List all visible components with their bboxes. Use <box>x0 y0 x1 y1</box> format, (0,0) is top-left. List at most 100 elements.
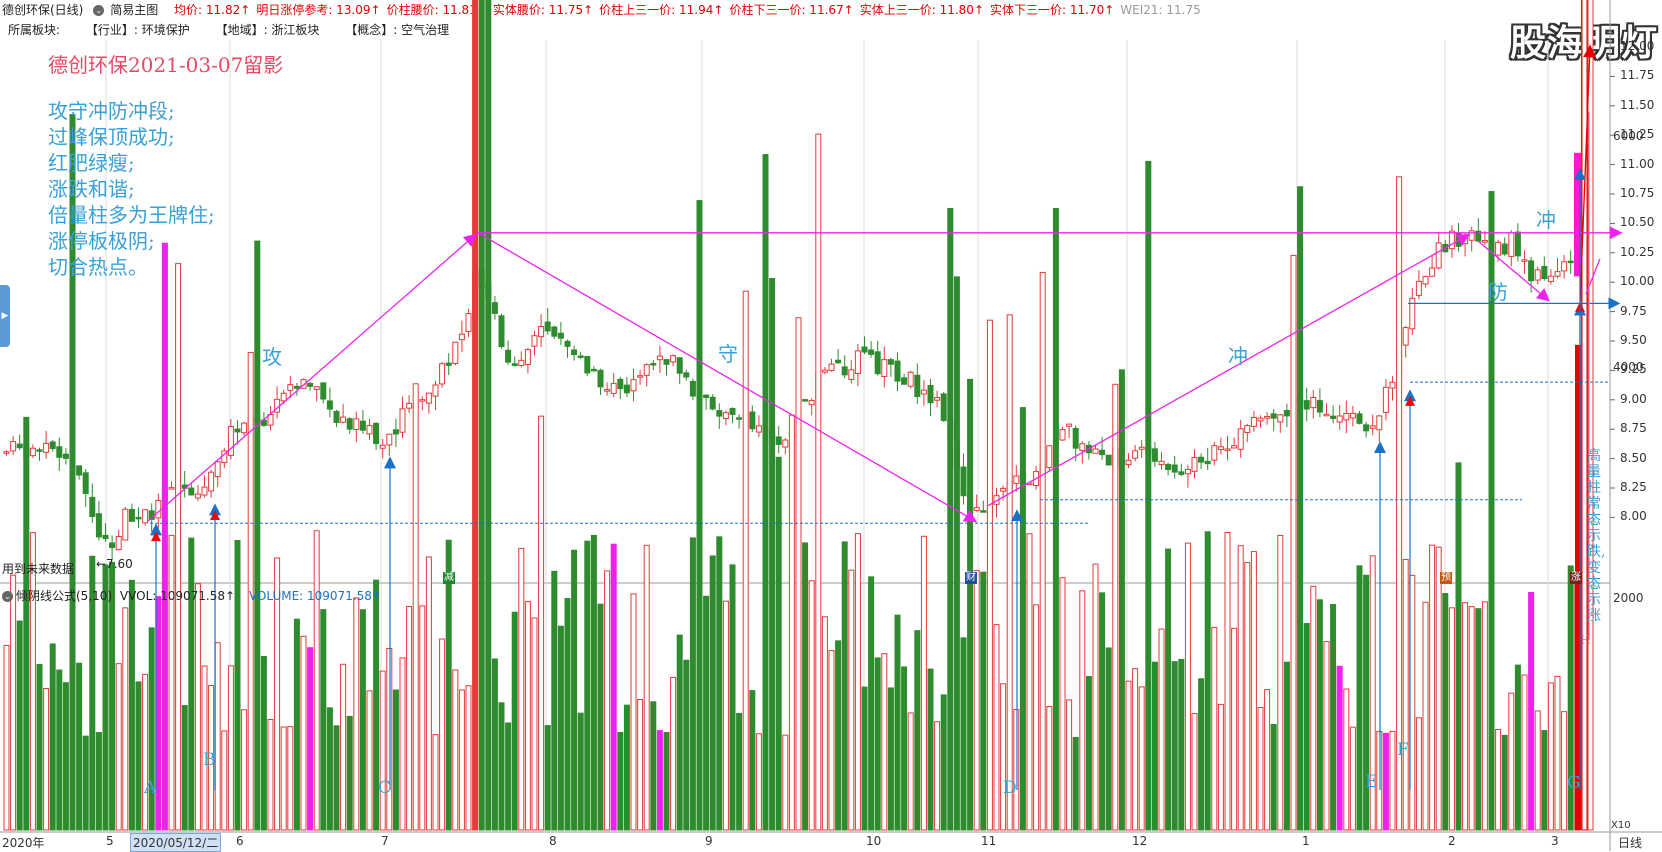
volume-bar <box>993 624 1000 831</box>
candle-body <box>584 355 591 374</box>
event-badge[interactable]: 涨 <box>1570 572 1582 584</box>
volume-header: ⌄ 倾阴线公式(5,10) VVOL: 109071.58↑ VOLUME: 10… <box>2 587 382 604</box>
volume-bar <box>95 732 102 831</box>
point-label-b: B <box>203 750 216 770</box>
price-tick-label: 9.50 <box>1620 333 1647 347</box>
volume-bar <box>1356 565 1363 831</box>
candle-body <box>755 425 762 433</box>
volume-bar <box>1336 665 1343 831</box>
volume-bar <box>1158 628 1165 831</box>
candle-body <box>1013 475 1020 484</box>
volume-bar <box>1171 661 1178 831</box>
candle-body <box>1099 449 1106 456</box>
volume-bar <box>1468 606 1475 831</box>
volume-bar <box>406 606 413 831</box>
volume-bar <box>234 540 241 831</box>
candle-body <box>1244 425 1251 433</box>
volume-bar <box>1528 592 1535 831</box>
candle-body <box>1231 445 1238 449</box>
volume-bar <box>1105 647 1112 831</box>
candle-body <box>1046 445 1053 469</box>
candle-body <box>650 363 657 366</box>
volume-bar <box>828 650 835 831</box>
volume-bar <box>887 687 894 831</box>
volume-bar <box>1422 601 1429 831</box>
volume-bar <box>505 722 512 831</box>
volume-bar <box>1462 602 1469 831</box>
candle-body <box>1059 429 1066 441</box>
volume-bar <box>1000 683 1007 831</box>
candle-body <box>1138 446 1145 450</box>
candle-body <box>287 384 294 391</box>
candle-body <box>854 350 861 375</box>
volume-bar <box>175 263 182 831</box>
date-tick-label: 2020/05/12/二 <box>130 833 222 852</box>
date-tick-label: 7 <box>381 834 389 848</box>
point-label-c: C <box>378 778 392 798</box>
candle-body <box>1079 443 1086 451</box>
volume-bar <box>604 570 611 831</box>
volume-bar <box>821 616 828 831</box>
candle-body <box>1158 460 1165 466</box>
phase-label: 冲 <box>1536 208 1556 232</box>
candle-body <box>1514 231 1521 257</box>
candle-body <box>465 313 472 332</box>
volume-bar <box>722 600 729 831</box>
candle-body <box>1521 259 1528 262</box>
volume-bar <box>551 570 558 831</box>
volume-bar <box>894 614 901 831</box>
candle-body <box>43 442 50 453</box>
volume-bar <box>1066 699 1073 831</box>
volume-bar <box>432 734 439 831</box>
candle-body <box>1343 413 1350 421</box>
candle-body <box>940 393 947 421</box>
volume-bar <box>359 609 366 831</box>
date-tick-label: 2 <box>1448 834 1456 848</box>
candle-body <box>1554 271 1561 277</box>
price-tick-label: 12.00 <box>1620 39 1655 53</box>
candle-body <box>590 368 597 372</box>
event-badge[interactable]: 预 <box>1440 572 1452 584</box>
volume-bar <box>1019 407 1026 831</box>
candle-body <box>1151 448 1158 462</box>
volume-bar <box>326 707 333 831</box>
volume-bar <box>1581 0 1588 831</box>
candle-body <box>835 359 842 364</box>
candle-body <box>214 461 221 478</box>
volume-bar <box>135 681 142 831</box>
volume-bar <box>425 556 432 831</box>
volume-bar <box>1402 558 1409 831</box>
date-tick-label: 11 <box>981 834 997 848</box>
volume-bar <box>901 666 908 831</box>
volume-bar <box>769 278 776 831</box>
candle-body <box>689 380 696 397</box>
note-line: 攻守冲防冲段; <box>48 99 175 123</box>
volume-bar <box>1501 734 1508 831</box>
volume-bar <box>1125 680 1132 831</box>
candle-body <box>333 410 340 423</box>
volume-bar <box>709 555 716 831</box>
volume-bar <box>1178 658 1185 831</box>
volume-bar <box>736 712 743 831</box>
candle-body <box>128 508 135 522</box>
volume-bar <box>16 620 23 831</box>
candle-body <box>564 340 571 347</box>
volume-bar <box>1079 590 1086 831</box>
volume-bar <box>1138 686 1145 831</box>
volume-bar <box>762 154 769 831</box>
candle-body <box>1330 415 1337 419</box>
event-badge[interactable]: 减 <box>443 572 455 584</box>
phase-label: 守 <box>718 342 738 366</box>
candle-body <box>82 472 89 494</box>
volume-bar <box>683 659 690 831</box>
volume-bar <box>1046 706 1053 831</box>
candle-body <box>1376 415 1383 431</box>
event-badge[interactable]: 财 <box>965 572 977 584</box>
volume-bar <box>960 637 967 831</box>
volume-bar <box>637 699 644 831</box>
volume-bar <box>1211 626 1218 831</box>
volume-bar <box>62 682 69 831</box>
phase-label: 攻 <box>262 345 282 369</box>
candle-body <box>557 332 564 339</box>
chevron-down-icon[interactable]: ⌄ <box>2 591 13 602</box>
